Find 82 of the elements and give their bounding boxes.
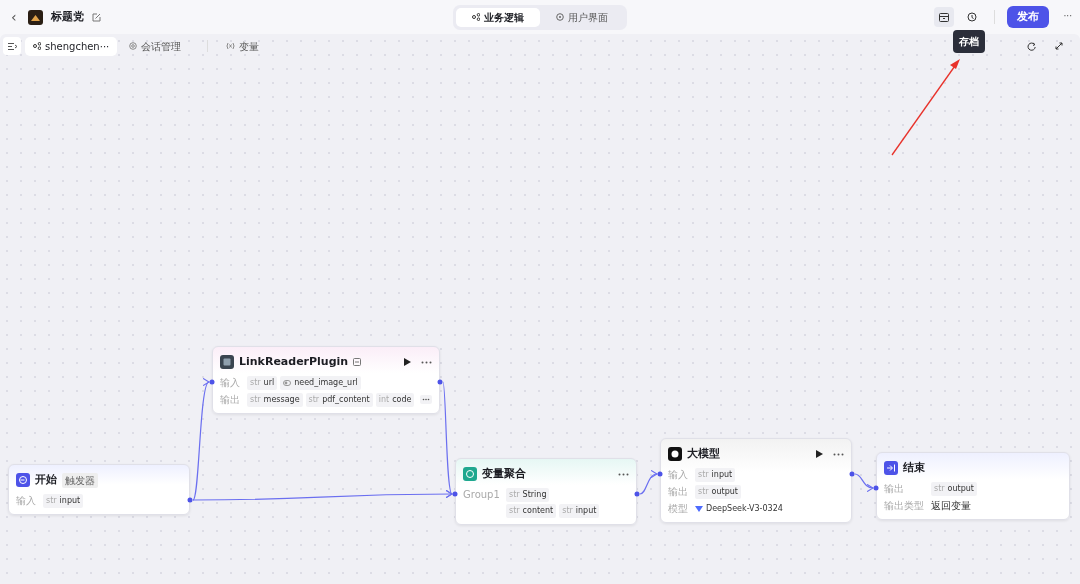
- history-icon: [967, 12, 978, 22]
- sidebar-toggle-button[interactable]: [3, 37, 21, 55]
- app-logo-icon: [27, 9, 43, 25]
- variable-chip: str message: [247, 392, 303, 407]
- port-dot[interactable]: [437, 379, 443, 385]
- more-icon[interactable]: [420, 395, 432, 404]
- port-dot[interactable]: [873, 485, 879, 491]
- variable-chip: str input: [695, 467, 736, 482]
- more-icon[interactable]: [618, 472, 629, 476]
- node-title: 变量聚合: [482, 465, 526, 482]
- variable-chip: int code: [375, 392, 415, 407]
- node-title: 结束: [903, 459, 925, 476]
- more-icon[interactable]: [833, 452, 844, 456]
- refresh-icon: [1026, 41, 1036, 51]
- chat-icon: [129, 42, 138, 50]
- node-tag: 触发器: [62, 472, 98, 488]
- node-icon: [220, 355, 234, 369]
- row-label: 输出类型: [884, 499, 925, 513]
- node-title: 开始: [35, 471, 57, 488]
- expand-icon: [1055, 42, 1063, 50]
- node-title: 大模型: [687, 445, 720, 462]
- variable-chip: str input: [559, 504, 600, 518]
- model-icon: [695, 505, 703, 512]
- workflow-node[interactable]: LinkReaderPlugin 输入 str url need_image_url 输出 str message str pdf_content int code: [212, 346, 440, 414]
- row-label: 输入: [668, 468, 689, 482]
- row-label: 输出: [220, 393, 241, 407]
- workflow-node[interactable]: 开始 触发器 输入 str input: [8, 464, 190, 515]
- canvas-tab[interactable]: shengchen···: [25, 36, 118, 56]
- variable-chip: str pdf_content: [305, 392, 373, 407]
- run-icon[interactable]: [404, 358, 411, 366]
- port-dot[interactable]: [452, 491, 458, 497]
- view-tab[interactable]: 用户界面: [540, 7, 624, 27]
- variable-chip: str url: [247, 375, 278, 390]
- archive-icon: [939, 12, 950, 22]
- row-label: Group1: [463, 488, 501, 502]
- more-icon[interactable]: [421, 360, 432, 364]
- plugin-icon: [353, 358, 362, 366]
- variable-chip: str output: [695, 484, 741, 499]
- canvas-tab[interactable]: 会话管理: [121, 36, 190, 56]
- canvas-tab[interactable]: 变量: [218, 36, 268, 56]
- app-title: 标题党: [50, 8, 84, 25]
- back-button[interactable]: ‹: [8, 6, 20, 28]
- port-dot[interactable]: [209, 379, 215, 385]
- value-text: 返回变量: [931, 499, 971, 513]
- publish-button[interactable]: 发布: [1007, 5, 1050, 29]
- row-label: 模型: [668, 502, 689, 516]
- run-icon[interactable]: [816, 450, 823, 458]
- flow-icon: [33, 42, 41, 50]
- variable-chip: str output: [931, 481, 977, 496]
- port-dot[interactable]: [187, 497, 193, 503]
- port-dot[interactable]: [657, 471, 663, 477]
- port-dot[interactable]: [849, 471, 855, 477]
- workflow-node[interactable]: 变量聚合 Group1 str String str content str input: [455, 458, 637, 525]
- sidebar-icon: [7, 42, 17, 50]
- node-icon: [16, 473, 30, 487]
- node-icon: [884, 461, 898, 475]
- tooltip: 存档: [953, 30, 985, 53]
- row-label: 输入: [16, 494, 37, 508]
- row-label: 输入: [220, 376, 241, 390]
- row-label: 输出: [668, 485, 689, 499]
- node-title: LinkReaderPlugin: [239, 353, 349, 370]
- edit-icon[interactable]: [91, 12, 101, 22]
- flow-icon: [472, 13, 480, 21]
- view-tab[interactable]: 业务逻辑: [456, 7, 540, 27]
- workflow-node[interactable]: 结束 输出 str output 输出类型 返回变量: [876, 452, 1070, 520]
- node-icon: [463, 467, 477, 481]
- connector-line: [854, 473, 874, 492]
- variable-icon: [226, 42, 236, 50]
- toggle-icon: [283, 379, 292, 386]
- port-dot[interactable]: [634, 491, 640, 497]
- palette-icon: [556, 13, 564, 21]
- workflow-node[interactable]: 大模型 输入 str input 输出 str output 模型 DeepSeek-V3-0324: [660, 438, 852, 523]
- row-label: 输出: [884, 482, 905, 496]
- node-icon: [668, 447, 682, 461]
- variable-chip: need_image_url: [280, 375, 361, 390]
- variable-chip: str String: [506, 487, 550, 502]
- variable-chip: str input: [43, 493, 84, 508]
- model-name: DeepSeek-V3-0324: [695, 502, 783, 515]
- archive-button[interactable]: [934, 7, 955, 27]
- connector-line: [639, 470, 658, 495]
- variable-chip: str content: [506, 504, 557, 518]
- more-button[interactable]: ···: [1063, 7, 1072, 27]
